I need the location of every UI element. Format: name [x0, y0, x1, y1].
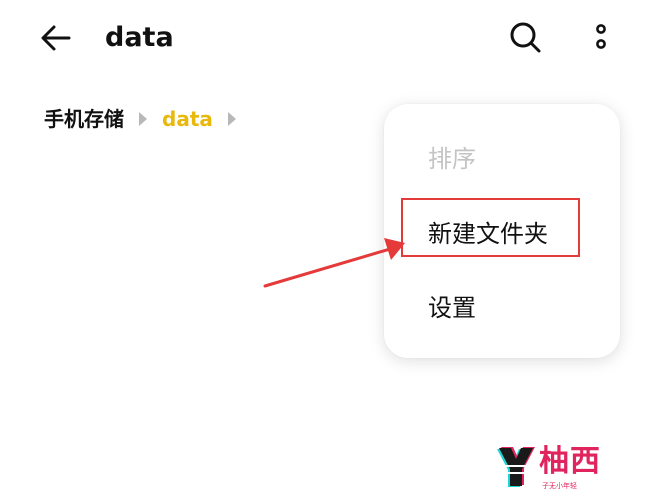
breadcrumb-root[interactable]: 手机存储	[44, 103, 124, 135]
back-arrow-icon	[41, 25, 71, 51]
chevron-right-icon	[227, 112, 236, 126]
back-button[interactable]	[36, 20, 76, 56]
more-vertical-icon	[596, 24, 606, 49]
watermark-logo-text: 柚西	[539, 444, 601, 479]
page-title: data	[105, 22, 174, 53]
logo-y-icon	[497, 447, 535, 487]
breadcrumb: 手机存储 data	[44, 103, 237, 135]
highlight-box	[401, 198, 580, 257]
watermark-tagline: 子无小年轻	[542, 482, 577, 490]
more-options-button[interactable]	[588, 20, 614, 56]
search-icon	[510, 22, 541, 53]
breadcrumb-current[interactable]: data	[162, 103, 213, 135]
menu-item-sort: 排序	[428, 145, 476, 173]
top-app-bar: data	[0, 0, 650, 80]
menu-item-settings[interactable]: 设置	[428, 291, 476, 325]
search-button[interactable]	[506, 18, 544, 56]
pointer-arrow-icon	[263, 238, 405, 288]
watermark: 柚西 子无小年轻	[494, 444, 624, 493]
chevron-right-icon	[139, 112, 147, 126]
